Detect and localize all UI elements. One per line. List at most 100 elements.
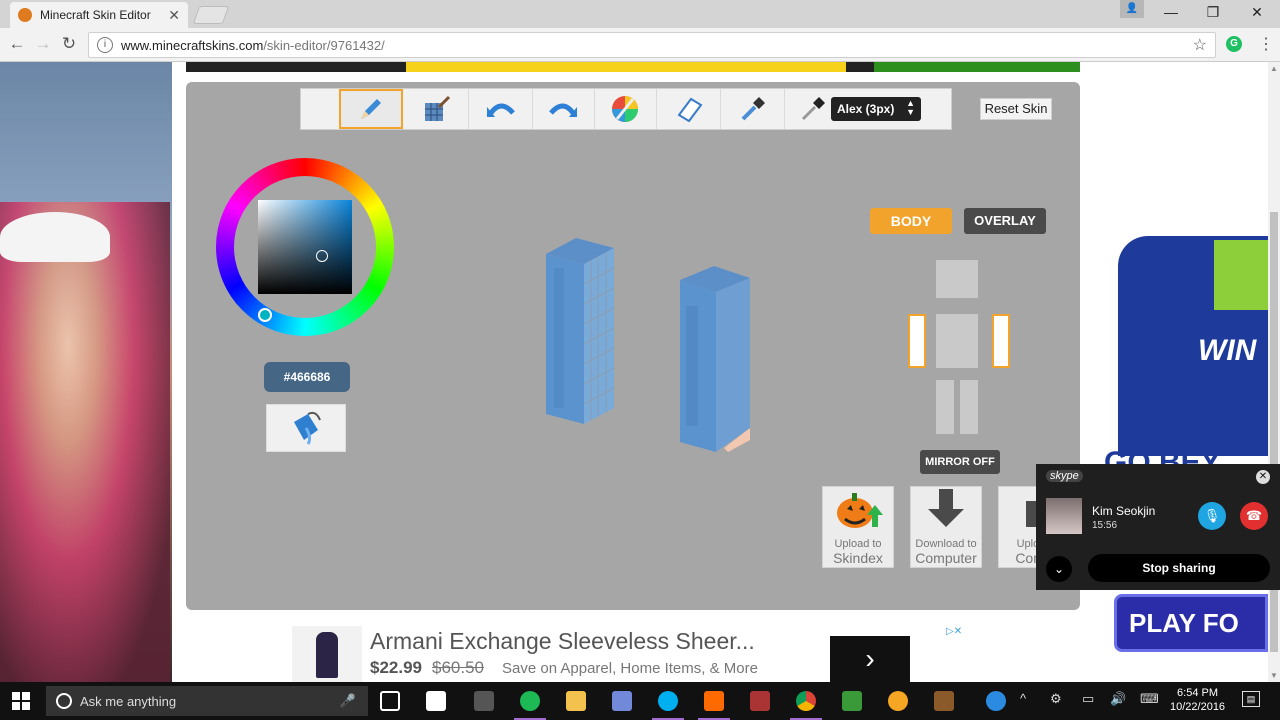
model-size-select[interactable]: Alex (3px) ▲ ▼ (831, 97, 921, 121)
minecraft-icon[interactable] (934, 691, 954, 711)
skype-close-icon[interactable]: ✕ (1256, 470, 1270, 484)
reload-icon[interactable]: ↻ (58, 34, 80, 54)
arm-model-preview[interactable] (680, 266, 750, 452)
windows-start-icon[interactable] (12, 692, 30, 710)
grammarly-extension-icon[interactable]: G (1226, 36, 1242, 52)
dropper-tool-button[interactable] (721, 89, 785, 129)
ad-description: Save on Apparel, Home Items, & More (502, 660, 758, 677)
file-explorer-icon[interactable] (566, 691, 586, 711)
tray-app-icon[interactable]: ⚙ (1050, 691, 1062, 707)
select-arrows-icon: ▲ ▼ (906, 98, 915, 117)
overlay-tab-button[interactable]: OVERLAY (964, 208, 1046, 234)
url-host: www.minecraftskins.com (121, 37, 264, 53)
spotify-icon[interactable] (514, 691, 546, 720)
eraser-tool-button[interactable] (657, 89, 721, 129)
chrome-icon[interactable] (790, 691, 822, 720)
address-bar[interactable]: i www.minecraftskins.com/skin-editor/976… (88, 32, 1216, 58)
tray-expand-icon[interactable]: ^ (1020, 691, 1026, 706)
hang-up-icon[interactable]: ☎ (1240, 502, 1268, 530)
volume-icon[interactable]: 🔊 (1110, 691, 1126, 707)
color-palette-tool-button[interactable] (593, 89, 657, 129)
sv-picker-handle[interactable] (316, 250, 328, 262)
action-center-icon[interactable]: ▤ (1242, 691, 1260, 707)
mirror-toggle-button[interactable]: MIRROR OFF (920, 450, 1000, 474)
ad-title[interactable]: Armani Exchange Sleeveless Sheer... (370, 628, 755, 655)
battery-icon[interactable]: ▭ (1082, 691, 1094, 707)
skype-logo: skype (1046, 470, 1083, 482)
skype-taskbar-icon[interactable] (652, 691, 684, 720)
keyboard-icon[interactable]: ⌨ (1140, 691, 1159, 707)
task-view-icon[interactable] (380, 691, 400, 711)
upload-to-skindex-button[interactable]: Upload to Skindex (822, 486, 894, 568)
left-side-ad[interactable] (0, 62, 172, 682)
hue-picker-handle[interactable] (258, 308, 272, 322)
search-placeholder: Ask me anything (80, 693, 177, 709)
ad-next-button[interactable]: › (830, 636, 910, 682)
bookmark-star-icon[interactable]: ☆ (1193, 35, 1207, 55)
noise-brush-tool-button[interactable] (405, 89, 469, 129)
redo-button[interactable] (531, 89, 595, 129)
adchoices-icon[interactable]: ▷✕ (946, 626, 962, 637)
app-icon-2[interactable] (698, 691, 730, 720)
system-clock[interactable]: 6:54 PM 10/22/2016 (1170, 686, 1225, 714)
app-icon-1[interactable] (474, 691, 494, 711)
ad-top-garment (316, 632, 338, 678)
microphone-icon[interactable]: 🎙 (1198, 502, 1226, 530)
browser-menu-icon[interactable]: ⋮ (1258, 34, 1274, 54)
network-globe-icon[interactable] (986, 691, 1006, 711)
bucket-fill-button[interactable] (266, 404, 346, 452)
reset-skin-button[interactable]: Reset Skin (980, 98, 1052, 120)
skin-editor-panel: Alex (3px) ▲ ▼ Reset Skin #466686 BODY O… (186, 82, 1080, 610)
upload-skindex-small: Upload to (834, 538, 882, 550)
favicon-icon (18, 8, 32, 22)
close-window-button[interactable]: ✕ (1242, 4, 1272, 21)
undo-icon (486, 103, 515, 117)
redo-icon (548, 103, 577, 117)
tab-title: Minecraft Skin Editor (40, 8, 151, 22)
clock-date: 10/22/2016 (1170, 701, 1226, 713)
undo-button[interactable] (469, 89, 533, 129)
tab-close-icon[interactable]: ✕ (168, 7, 180, 24)
tab-minecraft-skin-editor[interactable]: Minecraft Skin Editor ✕ (10, 2, 188, 28)
cortana-search-box[interactable]: Ask me anything 🎤 (46, 686, 368, 716)
arm-model-wireframe[interactable] (546, 238, 614, 424)
download-to-computer-button[interactable]: Download to Computer (910, 486, 982, 568)
browser-toolbar: ← → ↻ i www.minecraftskins.com/skin-edit… (0, 28, 1280, 62)
stop-sharing-button[interactable]: Stop sharing (1088, 554, 1270, 582)
forward-icon[interactable]: → (32, 34, 54, 54)
right-leg-part-selector[interactable] (936, 380, 954, 434)
bottom-ad[interactable]: Armani Exchange Sleeveless Sheer... $22.… (292, 626, 982, 682)
body-tab-button[interactable]: BODY (870, 208, 952, 234)
right-arm-part-selector[interactable] (908, 314, 926, 368)
media-player-icon[interactable] (888, 691, 908, 711)
top-banner-ad[interactable] (186, 62, 1080, 72)
call-duration: 15:56 (1092, 520, 1118, 531)
saturation-value-square[interactable] (258, 200, 352, 294)
restore-button[interactable]: ❐ (1198, 4, 1228, 21)
pen-icon (801, 97, 825, 121)
scroll-up-icon[interactable]: ▲ (1270, 64, 1278, 73)
torso-part-selector[interactable] (936, 314, 978, 368)
pencil-tool-button[interactable] (339, 89, 403, 129)
ad-play-button[interactable]: PLAY FO (1114, 594, 1268, 652)
minecraft-launcher-icon[interactable] (842, 691, 862, 711)
back-icon[interactable]: ← (6, 34, 28, 54)
microphone-search-icon[interactable]: 🎤 (340, 693, 356, 709)
eraser-icon (677, 97, 702, 123)
discord-icon[interactable] (612, 691, 632, 711)
minimize-button[interactable]: — (1156, 4, 1186, 20)
left-arm-part-selector[interactable] (992, 314, 1010, 368)
clock-time: 6:54 PM (1177, 687, 1219, 699)
new-tab-button[interactable] (192, 6, 230, 24)
profile-icon[interactable]: 👤 (1120, 0, 1144, 18)
pumpkin-upload-icon (837, 493, 883, 528)
scroll-down-icon[interactable]: ▼ (1270, 671, 1278, 680)
color-hex-value[interactable]: #466686 (264, 362, 350, 392)
download-big: Computer (915, 550, 977, 566)
app-icon-3[interactable] (750, 691, 770, 711)
chevron-down-icon[interactable]: ⌄ (1046, 556, 1072, 582)
left-leg-part-selector[interactable] (960, 380, 978, 434)
store-icon[interactable] (426, 691, 446, 711)
site-info-icon[interactable]: i (97, 37, 113, 53)
head-part-selector[interactable] (936, 260, 978, 298)
